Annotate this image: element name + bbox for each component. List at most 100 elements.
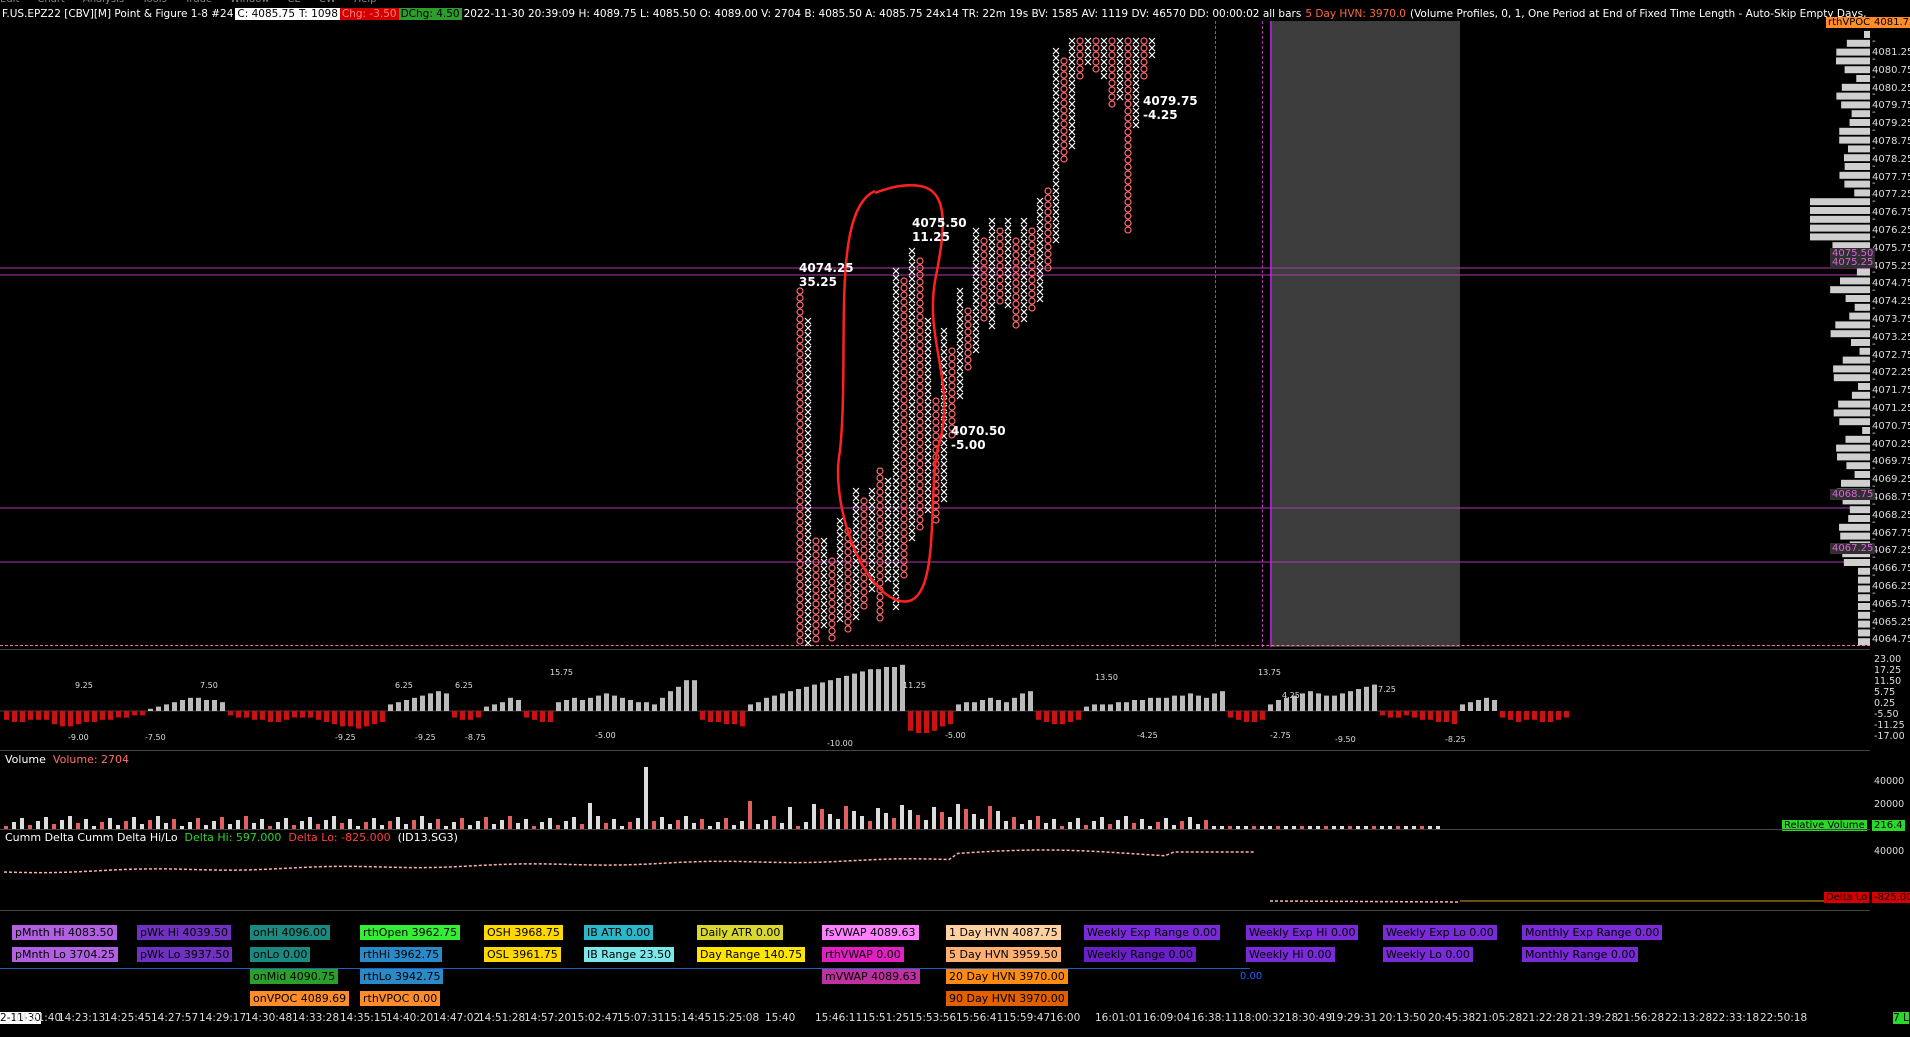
delta-bar (20, 711, 25, 722)
symbol-label[interactable]: F.US.EPZ22 [CBV][M] Point & Figure 1-8 #… (0, 8, 235, 20)
time-axis[interactable]: 2-11-30 14:21:40 14:23:13 14:25:45 14:27:57 1… (0, 1012, 1910, 1026)
delta-bar (188, 697, 193, 711)
delta-lo-value: -825.00 (1872, 892, 1910, 903)
level-badge: OSH 3968.75 (484, 925, 563, 940)
delta-histogram-pane[interactable]: 9.25 -9.00 -7.50 7.50 -9.25 6.25 -9.25 6.25 -8.7… (0, 649, 1870, 750)
delta-bar (468, 711, 473, 720)
delta-bar (1364, 686, 1369, 711)
volume-bar (188, 822, 192, 829)
volume-profile-bar (1854, 189, 1870, 197)
time-axis-tick: 22:13:28 (1665, 1012, 1713, 1024)
menu-trade[interactable]: Trade (185, 0, 212, 5)
delta-bar (220, 702, 225, 711)
time-axis-tick: 18:30:49 (1285, 1012, 1333, 1024)
volume-bar (220, 817, 224, 829)
volume-profile-bar (1836, 444, 1870, 452)
delta-bar (1060, 711, 1065, 725)
delta-label: -5.00 (595, 731, 616, 740)
delta-bar (540, 711, 545, 722)
volume-value: Volume: 2704 (52, 753, 130, 766)
pnf-column (1108, 37, 1116, 108)
time-axis-tick: 20:45:38 (1428, 1012, 1476, 1024)
pnf-column (1148, 37, 1156, 59)
volume-bar (588, 803, 592, 829)
volume-bar (84, 819, 88, 829)
delta-bar (812, 684, 817, 711)
time-axis-tick: 21:56:28 (1617, 1012, 1665, 1024)
levels-pane[interactable]: 0.00 pMnth Hi 4083.50 pMnth Lo 3704.25 pWk… (0, 910, 1870, 1011)
time-axis-tick: 21:39:28 (1571, 1012, 1619, 1024)
level-badge: Weekly Exp Hi 0.00 (1246, 925, 1359, 940)
menu-analysis[interactable]: Analysis (83, 0, 124, 5)
delta-bar (652, 704, 657, 711)
delta-bar (684, 680, 689, 711)
menu-help[interactable]: Help (354, 0, 377, 5)
cumm-delta-pane[interactable]: Cumm Delta Cumm Delta Hi/Lo Delta Hi: 59… (0, 829, 1870, 910)
delta-bar (148, 708, 153, 711)
delta-bar (988, 697, 993, 711)
delta-bar (124, 711, 129, 718)
delta-bar (1316, 693, 1321, 711)
delta-bar (1156, 697, 1161, 711)
delta-bar (972, 702, 977, 711)
volume-bar (332, 816, 336, 829)
volume-bar (412, 820, 416, 829)
volume-bar (1188, 817, 1192, 829)
delta-axis-tick: -17.00 (1874, 731, 1905, 742)
delta-bar (1452, 711, 1457, 725)
volume-bar (260, 819, 264, 829)
volume-bar (940, 812, 944, 829)
level-badge: 90 Day HVN 3970.00 (946, 991, 1068, 1006)
delta-label: 7.50 (200, 681, 218, 690)
delta-bar (924, 711, 929, 733)
delta-axis-tick: 5.75 (1874, 687, 1896, 698)
menu-cw[interactable]: CW (319, 0, 336, 5)
time-axis-tick: 14:27:57 (151, 1012, 199, 1024)
delta-axis-tick: -11.25 (1874, 720, 1905, 731)
delta-bar (588, 697, 593, 711)
delta-bar (580, 700, 585, 711)
volume-bar (948, 817, 952, 829)
level-badge: rthVPOC 0.00 (360, 991, 441, 1006)
pnf-column (844, 527, 852, 633)
volume-bar (436, 819, 440, 829)
menu-chart[interactable]: Chart (37, 0, 64, 5)
delta-label: 4.25 (1282, 691, 1300, 700)
delta-bar (260, 711, 265, 720)
delta-bar (324, 711, 329, 722)
pnf-column (1124, 37, 1132, 234)
volume-profile-bar (1858, 576, 1870, 584)
volume-bar (852, 811, 856, 829)
pnf-column (1020, 217, 1028, 323)
delta-bar (436, 691, 441, 711)
level-badge: mVWAP 4089.63 (822, 969, 920, 984)
price-pane[interactable]: 4074.25 35.25 4075.50 11.25 4070.50 -5.00 4… (0, 21, 1870, 647)
menu-edit[interactable]: Edit (0, 0, 19, 5)
volume-pane[interactable]: Volume Volume: 2704 (0, 750, 1870, 829)
annotation-4: 4079.75 -4.25 (1143, 94, 1198, 122)
delta-label: 11.25 (903, 681, 926, 690)
delta-bar (172, 702, 177, 711)
pnf-column (1084, 37, 1092, 66)
time-axis-tick: 14:57:20 (524, 1012, 572, 1024)
delta-bar (156, 706, 161, 711)
volume-bar (452, 822, 456, 829)
volume-profile-bar (1858, 629, 1870, 637)
delta-bar (876, 669, 881, 711)
point-and-figure-chart[interactable] (0, 21, 1870, 647)
annotation-2-price: 4075.50 (912, 216, 967, 230)
time-axis-tick: 15:07:31 (617, 1012, 665, 1024)
delta-bar (116, 711, 121, 718)
menu-tools[interactable]: Tools (142, 0, 167, 5)
rthvpoc-tag: rthVPOC (1826, 17, 1873, 28)
volume-profile-bar (1850, 339, 1870, 346)
delta-bar (604, 693, 609, 711)
delta-bar (572, 697, 577, 711)
menu-ce[interactable]: CE (288, 0, 301, 5)
menu-window[interactable]: Window (230, 0, 269, 5)
time-axis-tick: 15:40 (765, 1012, 796, 1024)
level-badge: Monthly Exp Range 0.00 (1522, 925, 1663, 940)
delta-bar (236, 711, 241, 718)
annotation-1-delta: 35.25 (799, 275, 837, 289)
volume-bar (388, 821, 392, 829)
